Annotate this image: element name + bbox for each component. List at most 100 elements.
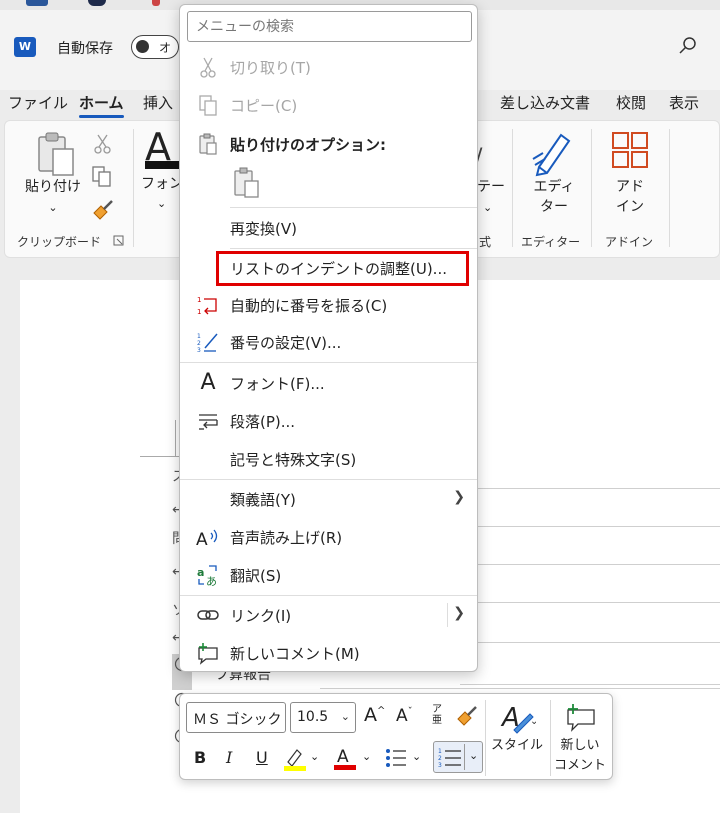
scissors-icon	[200, 57, 216, 78]
italic-button[interactable]: I	[226, 748, 232, 767]
tab-mailings[interactable]: 差し込み文書	[500, 92, 590, 113]
editor-label-line2[interactable]: ター	[525, 197, 583, 218]
styles-button-label[interactable]: スタイル	[488, 736, 546, 755]
menu-item-copy[interactable]: コピー(C)	[180, 87, 477, 123]
menu-item-paste-options: 貼り付けのオプション:	[180, 126, 477, 162]
mini-toolbar: ＭＳ ゴシック 10.5 ⌄ A^ Aˇ ア亜 A ⌄ スタイル 新しい コメン…	[179, 693, 613, 780]
styles-icon[interactable]: A ⌄	[500, 702, 536, 736]
menu-item-reconvert[interactable]: 再変換(V)	[180, 210, 477, 246]
menu-item-auto-number[interactable]: 1 1 自動的に番号を振る(C)	[180, 287, 477, 323]
font-color-icon[interactable]: A	[332, 744, 358, 772]
new-comment-label-line2[interactable]: コメント	[552, 756, 608, 775]
translate-icon: a あ	[197, 565, 217, 587]
font-size-dropdown[interactable]: 10.5 ⌄	[290, 702, 356, 733]
svg-text:1: 1	[438, 748, 442, 755]
font-size-value: 10.5	[297, 709, 329, 725]
styles-button-label[interactable]: テー	[477, 177, 505, 198]
editor-label-line1[interactable]: エディ	[525, 177, 583, 198]
menu-item-label: 翻訳(S)	[230, 567, 282, 585]
dialog-launcher-icon[interactable]	[113, 235, 124, 246]
svg-text:1: 1	[197, 333, 201, 340]
cut-icon[interactable]	[93, 133, 113, 155]
addins-grid-icon[interactable]	[611, 131, 649, 169]
menu-item-new-comment[interactable]: 新しいコメント(M)	[180, 635, 477, 671]
new-comment-icon	[198, 643, 218, 665]
svg-text:1: 1	[197, 308, 201, 316]
clipboard-icon	[199, 133, 217, 155]
format-painter-icon[interactable]	[91, 199, 115, 221]
styles-group-label: 式	[479, 235, 492, 249]
menu-item-label: リンク(I)	[230, 607, 292, 625]
copy-icon[interactable]	[91, 165, 113, 189]
menu-item-paragraph[interactable]: 段落(P)...	[180, 403, 477, 439]
grow-font-icon[interactable]: A^	[364, 704, 385, 726]
copy-icon	[199, 95, 217, 116]
svg-text:A: A	[196, 530, 208, 549]
numbering-button[interactable]: 1 2 3 ⌄	[433, 741, 483, 773]
new-comment-icon[interactable]	[564, 702, 598, 732]
chevron-down-icon: ⌄	[340, 710, 350, 723]
chevron-down-icon[interactable]: ⌄	[157, 193, 166, 214]
paste-keep-text-icon[interactable]	[232, 167, 262, 199]
underline-button[interactable]: U	[256, 748, 268, 767]
phonetic-guide-icon[interactable]: ア亜	[430, 704, 444, 726]
autosave-toggle[interactable]: オ	[131, 35, 179, 59]
font-icon: A	[200, 370, 216, 395]
chevron-right-icon[interactable]: ❯	[453, 605, 465, 621]
tab-home[interactable]: ホーム	[79, 92, 124, 118]
menu-item-numbering-settings[interactable]: 1 2 3 番号の設定(V)...	[180, 324, 477, 360]
menu-item-label: フォント(F)...	[230, 375, 325, 393]
chevron-down-icon[interactable]: ⌄	[362, 750, 371, 763]
addins-label-line2[interactable]: イン	[603, 197, 657, 218]
read-aloud-icon: A	[196, 529, 218, 549]
menu-item-translate[interactable]: a あ 翻訳(S)	[180, 557, 477, 593]
toggle-knob	[136, 40, 149, 53]
chevron-down-icon[interactable]: ⌄	[483, 197, 492, 218]
menu-search-input[interactable]	[187, 11, 472, 42]
chevron-down-icon[interactable]: ⌄	[23, 197, 83, 218]
highlight-box	[216, 251, 469, 286]
numbering-list-icon: 1 2 3	[438, 748, 461, 769]
new-comment-label-line1[interactable]: 新しい	[552, 736, 608, 755]
menu-item-symbols[interactable]: 記号と特殊文字(S)	[180, 441, 477, 477]
chevron-down-icon[interactable]: ⌄	[412, 750, 421, 763]
tab-insert[interactable]: 挿入	[143, 92, 173, 113]
paste-icon[interactable]	[35, 131, 79, 179]
tab-review[interactable]: 校閲	[616, 92, 646, 113]
tab-view[interactable]: 表示	[669, 92, 699, 113]
svg-text:3: 3	[197, 347, 201, 354]
svg-text:2: 2	[438, 755, 442, 762]
word-logo: W	[14, 37, 36, 57]
svg-text:1: 1	[197, 296, 201, 304]
menu-item-read-aloud[interactable]: A 音声読み上げ(R)	[180, 519, 477, 555]
menu-item-label: 自動的に番号を振る(C)	[230, 297, 388, 315]
clipboard-group-label: クリップボード	[17, 235, 102, 249]
menu-item-synonyms[interactable]: 類義語(Y) ❯	[180, 481, 477, 517]
menu-item-link[interactable]: リンク(I) ❯	[180, 597, 477, 633]
editor-pen-icon[interactable]	[531, 129, 575, 177]
numbering-icon: 1 2 3	[197, 333, 218, 354]
format-painter-icon[interactable]	[456, 706, 478, 728]
shrink-font-icon[interactable]: Aˇ	[396, 706, 413, 726]
svg-text:3: 3	[438, 762, 442, 769]
svg-text:A: A	[337, 747, 349, 767]
search-icon[interactable]	[678, 36, 698, 56]
bold-button[interactable]: B	[194, 748, 206, 767]
menu-item-label: コピー(C)	[230, 97, 298, 115]
font-button-label[interactable]: フォン	[141, 174, 183, 195]
context-menu: 切り取り(T) コピー(C) 貼り付けのオプション: 再変換(V) リストのイン…	[179, 4, 478, 672]
menu-item-label: 切り取り(T)	[230, 59, 311, 77]
addins-label-line1[interactable]: アド	[603, 177, 657, 198]
bullets-icon[interactable]	[384, 746, 408, 770]
paste-button-label[interactable]: 貼り付け	[23, 177, 83, 198]
chevron-down-icon[interactable]: ⌄	[310, 750, 319, 763]
highlight-pen-icon[interactable]	[282, 746, 308, 772]
tab-file[interactable]: ファイル	[8, 92, 68, 113]
chevron-right-icon: ❯	[453, 489, 465, 505]
menu-item-font[interactable]: A フォント(F)...	[180, 365, 477, 401]
menu-item-label: 貼り付けのオプション:	[230, 136, 386, 154]
menu-item-label: 新しいコメント(M)	[230, 645, 360, 663]
svg-text:2: 2	[197, 340, 201, 347]
menu-item-cut[interactable]: 切り取り(T)	[180, 49, 477, 85]
font-name-dropdown[interactable]: ＭＳ ゴシック	[186, 702, 286, 733]
